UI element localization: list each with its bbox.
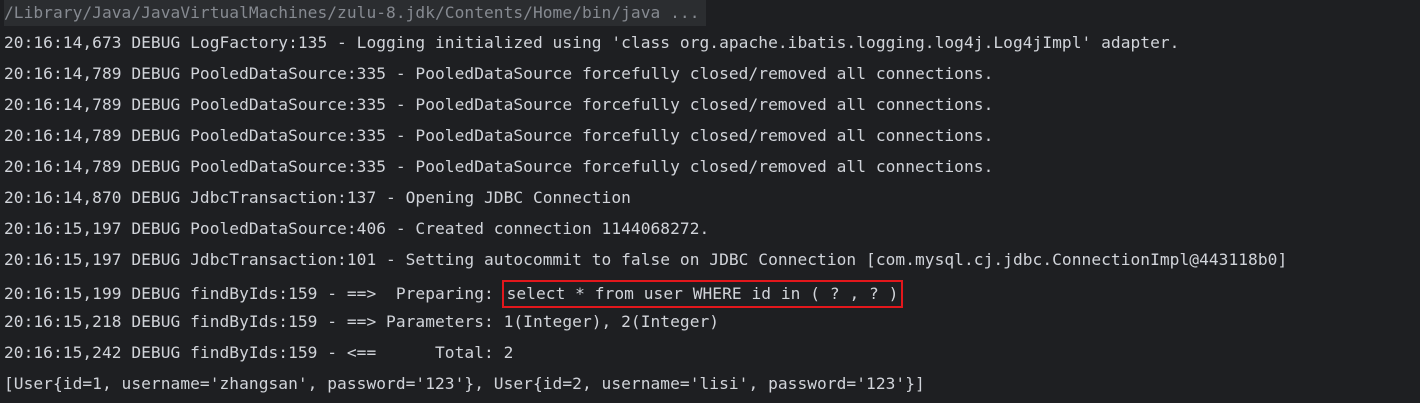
log-line: 20:16:15,242 DEBUG findByIds:159 - <== T… xyxy=(4,343,514,362)
log-line: 20:16:15,197 DEBUG PooledDataSource:406 … xyxy=(4,219,710,238)
run-command-line[interactable]: /Library/Java/JavaVirtualMachines/zulu-8… xyxy=(4,0,706,26)
log-line: 20:16:14,789 DEBUG PooledDataSource:335 … xyxy=(4,64,994,83)
log-line: 20:16:14,870 DEBUG JdbcTransaction:137 -… xyxy=(4,188,631,207)
result-line: [User{id=1, username='zhangsan', passwor… xyxy=(4,374,925,393)
log-line: 20:16:14,789 DEBUG PooledDataSource:335 … xyxy=(4,126,994,145)
log-line: 20:16:14,789 DEBUG PooledDataSource:335 … xyxy=(4,157,994,176)
highlighted-sql: select * from user WHERE id in ( ? , ? ) xyxy=(501,280,904,308)
log-line-preparing: 20:16:15,199 DEBUG findByIds:159 - ==> P… xyxy=(4,278,904,309)
preparing-prefix: 20:16:15,199 DEBUG findByIds:159 - ==> P… xyxy=(4,284,504,303)
log-line: 20:16:15,197 DEBUG JdbcTransaction:101 -… xyxy=(4,250,1288,269)
log-line: 20:16:14,789 DEBUG PooledDataSource:335 … xyxy=(4,95,994,114)
console-output[interactable]: /Library/Java/JavaVirtualMachines/zulu-8… xyxy=(0,0,1420,403)
log-line: 20:16:15,218 DEBUG findByIds:159 - ==> P… xyxy=(4,312,720,331)
log-line: 20:16:14,673 DEBUG LogFactory:135 - Logg… xyxy=(4,33,1180,52)
